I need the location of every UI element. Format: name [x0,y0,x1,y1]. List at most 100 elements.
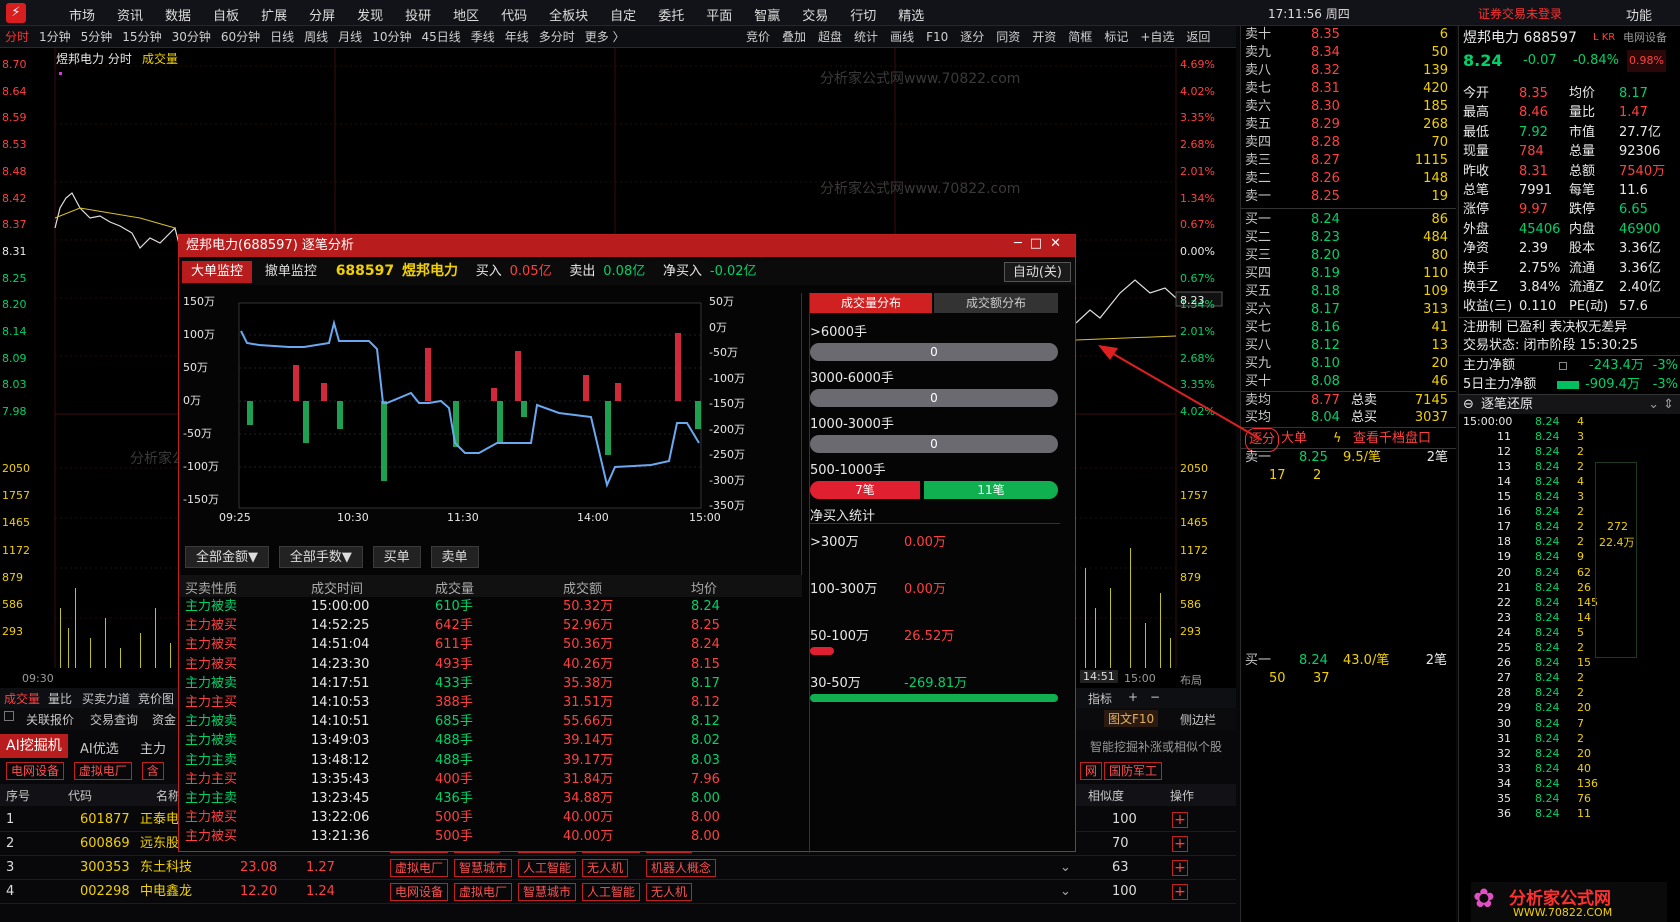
buy-level[interactable]: 买八 8.12 13 [1241,337,1456,355]
chevron-down-icon[interactable]: ⌄ [1060,856,1071,880]
layout-button[interactable]: 布局 [1180,672,1202,688]
toolbar-button[interactable]: 同资 [990,26,1026,48]
toolbar-button[interactable]: 逐分 [954,26,990,48]
menu-item[interactable]: 市场 [58,5,106,24]
tag-concept[interactable]: 人工智能 [518,859,577,877]
tab-volume[interactable]: 成交量 [4,690,40,707]
tag-concept[interactable]: 智慧城市 [518,883,577,901]
tab-buy-sell-force[interactable]: 买卖力道 [82,690,130,707]
tag-concept[interactable]: 无人机 [582,859,629,877]
tag-concept[interactable]: 机器人概念 [646,859,717,877]
function-menu[interactable]: 功能 [1626,5,1652,24]
col-trade-avg[interactable]: 均价 [691,578,717,597]
menu-item[interactable]: 代码 [490,5,538,24]
buy-level[interactable]: 买一 8.24 86 [1241,211,1456,229]
tag-concept[interactable]: 人工智能 [582,883,641,901]
tag-concept[interactable]: 含 [141,762,164,780]
menu-item[interactable]: 资讯 [106,5,154,24]
view-1000-level[interactable]: 查看千档盘口 [1353,428,1431,450]
period-item[interactable]: 60分钟 [216,26,265,47]
add-button[interactable]: + [1172,812,1188,828]
period-item[interactable]: 1分钟 [34,26,76,47]
toolbar-button[interactable]: 统计 [848,26,884,48]
table-row[interactable]: 3 300353 东土科技 23.08 1.27 虚拟电厂 智慧城市 人工智能 无人机 机器人概念… [0,856,1236,880]
toolbar-button[interactable]: 画线 [884,26,920,48]
trade-row[interactable]: 主力被买 14:23:30 493手 40.26万 8.15 [179,655,802,674]
menu-item[interactable]: 发现 [346,5,394,24]
trade-row[interactable]: 主力主买 13:35:43 400手 31.84万 7.96 [179,770,802,789]
sell-level[interactable]: 卖六 8.30 185 [1241,98,1456,116]
period-item[interactable]: 年线 [500,26,534,47]
buy-level[interactable]: 买三 8.20 80 [1241,247,1456,265]
buy-level[interactable]: 买十 8.08 46 [1241,373,1456,391]
tab-big-order-ob[interactable]: 大单 [1281,428,1307,450]
sell-order-filter[interactable]: 卖单 [430,546,479,568]
toolbar-button[interactable]: F10 [920,26,954,48]
ticks-header[interactable]: ⊖ 逐笔还原 ⌄ ⇕ [1459,394,1680,414]
trade-row[interactable]: 主力被买 13:21:36 500手 40.00万 8.00 [179,827,802,846]
menu-item[interactable]: 自定 [599,5,647,24]
tag-concept[interactable]: 虚拟电厂 [454,883,513,901]
indicator-button[interactable]: 指标 [1088,690,1112,707]
tag-concept[interactable]: 国防军工 [1104,762,1163,780]
period-item[interactable]: 10分钟 [367,26,416,47]
sell-level[interactable]: 卖十 8.35 6 [1241,26,1456,44]
tag-concept[interactable]: 网 [1080,762,1103,780]
menu-item[interactable]: 平面 [695,5,743,24]
col-trade-amount[interactable]: 成交额 [563,578,602,597]
col-trade-time[interactable]: 成交时间 [311,578,363,597]
collapse-circle-icon[interactable]: ⊖ [1463,395,1474,414]
toolbar-button[interactable]: 叠加 [776,26,812,48]
period-item[interactable]: 15分钟 [117,26,166,47]
trade-row[interactable]: 主力被卖 14:10:51 685手 55.66万 8.12 [179,712,802,731]
tab-main-force[interactable]: 主力 [140,738,166,757]
dialog-title[interactable]: 煜邦电力(688597) 逐笔分析 [179,235,1075,257]
buy-level[interactable]: 买九 8.10 20 [1241,355,1456,373]
sell-level[interactable]: 卖八 8.32 139 [1241,62,1456,80]
chevron-down-icon[interactable]: ⌄ [1060,880,1071,904]
zoom-out-button[interactable]: − [1150,690,1160,704]
menu-item[interactable]: 地区 [442,5,490,24]
buy-level[interactable]: 买五 8.18 109 [1241,283,1456,301]
sell-level[interactable]: 卖七 8.31 420 [1241,80,1456,98]
period-item[interactable]: 30分钟 [167,26,216,47]
toolbar-button[interactable]: 简框 [1062,26,1098,48]
tick-list[interactable]: 15:00:00 8.24 4 11 8.24 3 12 8.24 2 13 8.24 2 14 8.24… [1459,414,1680,822]
period-item[interactable]: 分时 [0,26,34,47]
col-trade-type[interactable]: 买卖性质 [185,578,237,597]
menu-item[interactable]: 全板块 [538,5,599,24]
link-trade-query[interactable]: 交易查询 [90,711,138,728]
toolbar-button[interactable]: 标记 [1098,26,1134,48]
info-sector[interactable]: 电网设备 [1623,26,1667,50]
trade-row[interactable]: 主力被卖 14:17:51 433手 35.38万 8.17 [179,674,802,693]
trade-row[interactable]: 主力被买 14:52:25 642手 52.96万 8.25 [179,616,802,635]
trade-row[interactable]: 主力被买 13:22:06 500手 40.00万 8.00 [179,808,802,827]
f10-button[interactable]: 图文F10 [1104,710,1159,727]
trade-row[interactable]: 主力主卖 13:48:12 488手 39.17万 8.03 [179,751,802,770]
tab-ai-miner[interactable]: AI挖掘机 [0,734,68,758]
tab-volume-dist[interactable]: 成交量分布 [810,293,932,313]
trade-row[interactable]: 主力被买 14:51:04 611手 50.36万 8.24 [179,635,802,654]
menu-item[interactable]: 交易 [791,5,839,24]
period-item[interactable]: 更多 〉 [580,26,630,47]
col-trade-volume[interactable]: 成交量 [435,578,474,597]
toolbar-button[interactable]: 竞价 [740,26,776,48]
menu-item[interactable]: 委托 [647,5,695,24]
link-funds[interactable]: 资金 [152,711,176,728]
toolbar-button[interactable]: 超盘 [812,26,848,48]
trade-row[interactable]: 主力被卖 15:00:00 610手 50.32万 8.24 [179,597,802,616]
app-logo[interactable]: ⚡ [6,3,26,23]
period-item[interactable]: 5分钟 [76,26,118,47]
menu-item[interactable]: 智赢 [743,5,791,24]
tick-scroll-area[interactable] [1595,462,1637,658]
tag-concept[interactable]: 虚拟电厂 [390,859,449,877]
tab-ai-select[interactable]: AI优选 [80,738,119,757]
col-similarity[interactable]: 相似度 [1088,787,1124,804]
period-item[interactable]: 周线 [299,26,333,47]
tab-auction[interactable]: 竞价图 [138,690,174,707]
tab-volume-ratio[interactable]: 量比 [48,690,72,707]
volume-filter-dropdown[interactable]: 全部手数▼ [278,546,363,568]
add-button[interactable]: + [1172,860,1188,876]
sell-level[interactable]: 卖一 8.25 19 [1241,188,1456,206]
period-item[interactable]: 月线 [333,26,367,47]
